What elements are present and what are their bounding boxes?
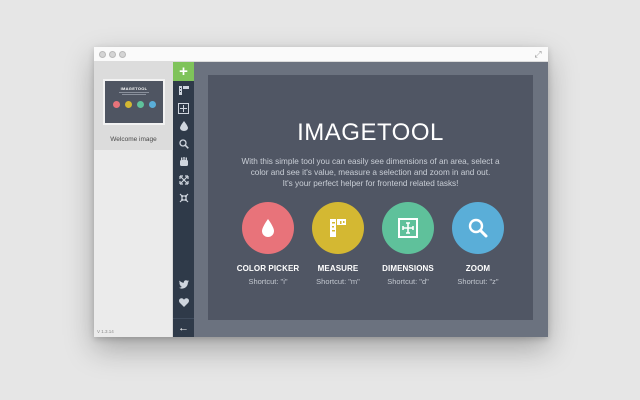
description-line: It's your perfect helper for frontend re… [282, 179, 459, 188]
feature-color-picker[interactable]: COLOR PICKER Shortcut: "i" [233, 202, 303, 286]
hand-icon[interactable] [173, 153, 194, 171]
feature-shortcut: Shortcut: "i" [248, 277, 288, 286]
expand-icon[interactable]: ⤢ [533, 49, 543, 59]
color-picker-icon[interactable] [173, 117, 194, 135]
dimensions-icon[interactable] [173, 99, 194, 117]
twitter-icon[interactable] [173, 276, 194, 294]
main-area: IMAGETOOL With this simple tool you can … [194, 62, 548, 337]
thumbnail-color-picker-icon [113, 101, 120, 108]
maximize-button[interactable] [119, 51, 126, 58]
feature-measure[interactable]: MEASURE Shortcut: "m" [303, 202, 373, 286]
image-thumbnail: IMAGETOOL [103, 79, 165, 125]
drop-icon [242, 202, 294, 254]
feature-label: COLOR PICKER [236, 264, 300, 273]
description-line: color and see it's value, measure a sele… [250, 168, 491, 177]
thumbnail-text-line [119, 92, 149, 93]
measure-icon[interactable] [173, 81, 194, 99]
feature-shortcut: Shortcut: "z" [457, 277, 499, 286]
magnifier-icon [452, 202, 504, 254]
add-image-button[interactable]: + [173, 62, 194, 81]
minimize-button[interactable] [109, 51, 116, 58]
close-button[interactable] [99, 51, 106, 58]
feature-dimensions[interactable]: DIMENSIONS Shortcut: "d" [373, 202, 443, 286]
thumbnail-text-line [122, 94, 146, 95]
feature-shortcut: Shortcut: "d" [387, 277, 429, 286]
page-title: IMAGETOOL [297, 119, 444, 146]
version-label: V 1.3.14 [97, 329, 114, 334]
expand-arrows-icon[interactable] [173, 171, 194, 189]
tool-sidebar: + ← [173, 62, 194, 337]
app-window: ⤢ IMAGETOOL Welcome image V 1.3.14 + ← I… [94, 47, 548, 337]
feature-label: DIMENSIONS [382, 264, 434, 273]
thumbnail-zoom-icon [149, 101, 156, 108]
collapse-arrows-icon[interactable] [173, 189, 194, 207]
image-list-item[interactable]: IMAGETOOL Welcome image [94, 62, 173, 150]
thumbnail-label: Welcome image [110, 136, 157, 143]
feature-shortcut: Shortcut: "m" [316, 277, 360, 286]
zoom-icon[interactable] [173, 135, 194, 153]
thumbnail-measure-icon [125, 101, 132, 108]
image-list-panel: IMAGETOOL Welcome image V 1.3.14 [94, 62, 173, 337]
feature-zoom[interactable]: ZOOM Shortcut: "z" [443, 202, 513, 286]
ruler-icon [312, 202, 364, 254]
thumbnail-title: IMAGETOOL [120, 86, 148, 91]
title-bar: ⤢ [94, 47, 548, 62]
feature-label: ZOOM [465, 264, 491, 273]
feature-label: MEASURE [317, 264, 359, 273]
dimensions-icon [382, 202, 434, 254]
welcome-content: IMAGETOOL With this simple tool you can … [208, 75, 533, 320]
description-line: With this simple tool you can easily see… [241, 157, 500, 166]
heart-icon[interactable] [173, 294, 194, 312]
thumbnail-dimensions-icon [137, 101, 144, 108]
back-arrow-icon[interactable]: ← [173, 318, 194, 337]
